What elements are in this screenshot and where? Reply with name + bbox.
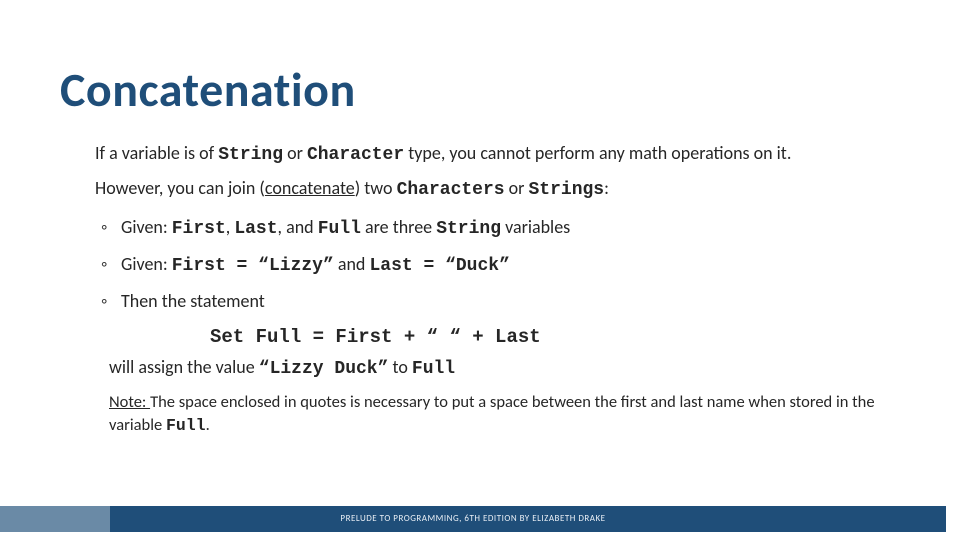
footer-bar: PRELUDE TO PROGRAMMING, 6TH EDITION BY E… [0, 506, 946, 532]
paragraph-1: If a variable is of String or Character … [95, 140, 875, 169]
text: ) two [355, 177, 397, 199]
followup-line: will assign the value “Lizzy Duck” to Fu… [95, 354, 875, 383]
text: variables [501, 216, 570, 238]
text: Given: [121, 216, 172, 238]
text: However, you can join ( [95, 177, 265, 199]
text: are three [361, 216, 436, 238]
code-result: “Lizzy Duck” [259, 359, 389, 379]
code-first: First [172, 219, 226, 239]
code-strings: Strings [529, 180, 605, 200]
code-full-note: Full [166, 416, 206, 435]
text: Given: [121, 253, 172, 275]
bullet-1: Given: First, Last, and Full are three S… [121, 214, 875, 243]
note-text: The space enclosed in quotes is necessar… [109, 392, 875, 436]
code-string: String [218, 145, 283, 165]
text: or [505, 177, 529, 199]
note-paragraph: Note: The space enclosed in quotes is ne… [95, 391, 875, 439]
code-last: Last [234, 219, 277, 239]
bullet-2: Given: First = “Lizzy” and Last = “Duck” [121, 251, 875, 280]
underline-concatenate: concatenate [265, 177, 355, 199]
text: type, you cannot perform any math operat… [404, 142, 791, 164]
text: , and [278, 216, 318, 238]
code-string-type: String [436, 219, 501, 239]
code-last-assign: Last = “Duck” [369, 256, 509, 276]
code-statement: Set Full = First + “ “ + Last [95, 323, 875, 352]
text: and [334, 253, 370, 275]
bullet-3: Then the statement [121, 288, 875, 315]
text: or [283, 142, 307, 164]
text: . [206, 415, 210, 435]
paragraph-2: However, you can join (concatenate) two … [95, 175, 875, 204]
slide-body: If a variable is of String or Character … [95, 140, 875, 444]
code-full-var: Full [412, 359, 455, 379]
text: Then the statement [121, 290, 265, 312]
bullet-list: Given: First, Last, and Full are three S… [95, 214, 875, 315]
note-label: Note: [109, 392, 150, 412]
code-character: Character [307, 145, 404, 165]
footer-text: PRELUDE TO PROGRAMMING, 6TH EDITION BY E… [0, 513, 946, 524]
text: If a variable is of [95, 142, 218, 164]
text: will assign the value [109, 356, 259, 378]
code-first-assign: First = “Lizzy” [172, 256, 334, 276]
code-full: Full [318, 219, 361, 239]
slide-title: Concatenation [60, 60, 356, 119]
text: : [604, 177, 609, 199]
code-characters: Characters [397, 180, 505, 200]
text: to [388, 356, 411, 378]
